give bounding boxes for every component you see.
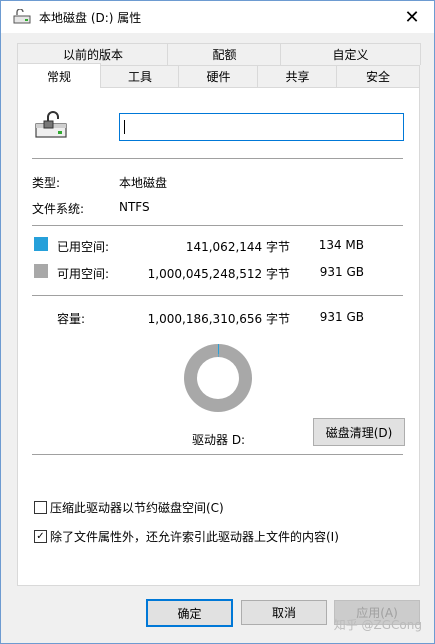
close-button[interactable]: ✕ <box>390 1 434 33</box>
separator <box>32 158 403 159</box>
checkmark-icon: ✓ <box>36 531 45 542</box>
ok-button[interactable]: 确定 <box>146 599 233 627</box>
tab-security[interactable]: 安全 <box>336 65 420 88</box>
disk-usage-donut-chart <box>184 344 252 412</box>
tab-label: 共享 <box>285 70 310 84</box>
separator <box>32 295 403 296</box>
free-space-label: 可用空间: <box>57 267 110 281</box>
cancel-button[interactable]: 取消 <box>241 600 327 625</box>
index-checkbox[interactable]: ✓ <box>34 530 47 543</box>
donut-hole <box>197 357 239 399</box>
tab-row-back: 以前的版本 配额 自定义 <box>17 43 421 65</box>
separator <box>32 225 403 226</box>
tab-label: 自定义 <box>332 48 369 62</box>
filesystem-value: NTFS <box>119 200 150 214</box>
compress-label[interactable]: 压缩此驱动器以节约磁盘空间(C) <box>50 499 224 516</box>
window-title: 本地磁盘 (D:) 属性 <box>39 11 142 25</box>
tab-label: 安全 <box>365 70 390 84</box>
general-panel: 类型: 本地磁盘 文件系统: NTFS 已用空间: 141,062,144 字节… <box>17 87 420 586</box>
tab-label: 以前的版本 <box>62 48 123 62</box>
disk-cleanup-button-label: 磁盘清理(D) <box>325 425 393 440</box>
tab-sharing[interactable]: 共享 <box>257 65 338 88</box>
index-label[interactable]: 除了文件属性外，还允许索引此驱动器上文件的内容(I) <box>50 528 339 545</box>
capacity-size: 931 GB <box>319 310 364 324</box>
cancel-button-label: 取消 <box>271 606 296 620</box>
free-space-swatch <box>34 264 48 278</box>
used-space-bytes: 141,062,144 字节 <box>185 240 290 254</box>
tab-quota[interactable]: 配额 <box>167 43 282 65</box>
free-space-bytes: 1,000,045,248,512 字节 <box>147 267 290 281</box>
capacity-bytes: 1,000,186,310,656 字节 <box>147 312 290 326</box>
type-label: 类型: <box>32 176 61 190</box>
tab-label: 工具 <box>127 70 152 84</box>
tab-general[interactable]: 常规 <box>17 63 101 88</box>
compress-checkbox[interactable] <box>34 501 47 514</box>
tab-label: 常规 <box>46 69 71 84</box>
text-caret <box>124 120 125 134</box>
tab-label: 配额 <box>212 48 237 62</box>
tab-label: 硬件 <box>206 70 231 84</box>
disk-cleanup-button[interactable]: 磁盘清理(D) <box>313 418 405 446</box>
used-space-label: 已用空间: <box>57 240 110 254</box>
used-space-swatch <box>34 237 48 251</box>
properties-window: 本地磁盘 (D:) 属性 ✕ 以前的版本 配额 自定义 常规 工具 硬件 共享 … <box>0 0 435 644</box>
drive-icon <box>35 111 67 138</box>
drive-icon <box>13 9 31 24</box>
title-bar[interactable]: 本地磁盘 (D:) 属性 ✕ <box>1 1 434 33</box>
tab-previous-versions[interactable]: 以前的版本 <box>17 43 169 65</box>
tab-hardware[interactable]: 硬件 <box>178 65 259 88</box>
ok-button-label: 确定 <box>177 606 202 621</box>
filesystem-label: 文件系统: <box>32 202 85 216</box>
tab-tools[interactable]: 工具 <box>100 65 180 88</box>
volume-label-input[interactable] <box>119 113 404 141</box>
type-value: 本地磁盘 <box>119 176 168 190</box>
used-space-size: 134 MB <box>318 238 364 252</box>
close-icon: ✕ <box>404 6 420 28</box>
free-space-size: 931 GB <box>319 265 364 279</box>
separator <box>32 454 403 455</box>
tab-customize[interactable]: 自定义 <box>280 43 421 65</box>
tab-row-front: 常规 工具 硬件 共享 安全 <box>17 63 420 88</box>
capacity-label: 容量: <box>57 312 86 326</box>
drive-letter-label: 驱动器 D: <box>192 433 246 447</box>
watermark-text: 知乎 @ZGCong <box>333 618 422 632</box>
